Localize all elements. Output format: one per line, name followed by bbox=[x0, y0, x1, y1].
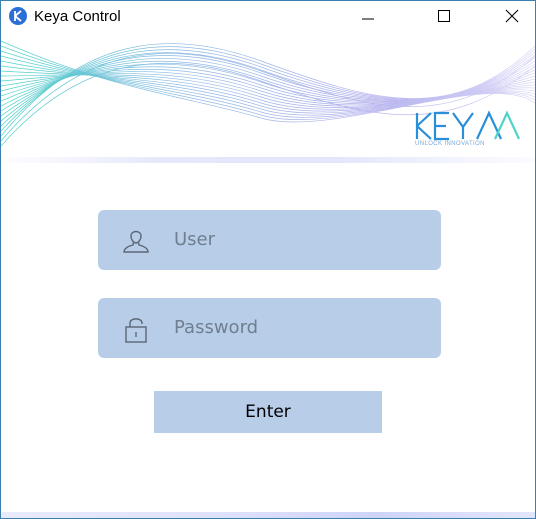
window-title: Keya Control bbox=[34, 8, 121, 25]
lock-icon bbox=[120, 312, 152, 344]
user-icon bbox=[120, 224, 152, 256]
password-placeholder: Password bbox=[174, 317, 259, 338]
footer-strip bbox=[1, 512, 535, 518]
user-placeholder: User bbox=[174, 229, 216, 250]
maximize-button[interactable] bbox=[421, 1, 467, 31]
header-banner: UNLOCK INNOVATION bbox=[1, 31, 535, 159]
password-field[interactable]: Password bbox=[98, 298, 441, 358]
keya-logo bbox=[411, 103, 521, 155]
enter-button[interactable]: Enter bbox=[154, 391, 382, 433]
app-window: Keya Control UNLOCK INNOVATION User Pass… bbox=[0, 0, 536, 519]
brand-tagline: UNLOCK INNOVATION bbox=[415, 141, 485, 147]
close-button[interactable] bbox=[489, 1, 535, 31]
user-field[interactable]: User bbox=[98, 210, 441, 270]
title-bar[interactable]: Keya Control bbox=[1, 1, 535, 31]
minimize-button[interactable] bbox=[345, 1, 391, 31]
app-logo-icon bbox=[9, 7, 27, 25]
banner-divider bbox=[1, 157, 535, 163]
